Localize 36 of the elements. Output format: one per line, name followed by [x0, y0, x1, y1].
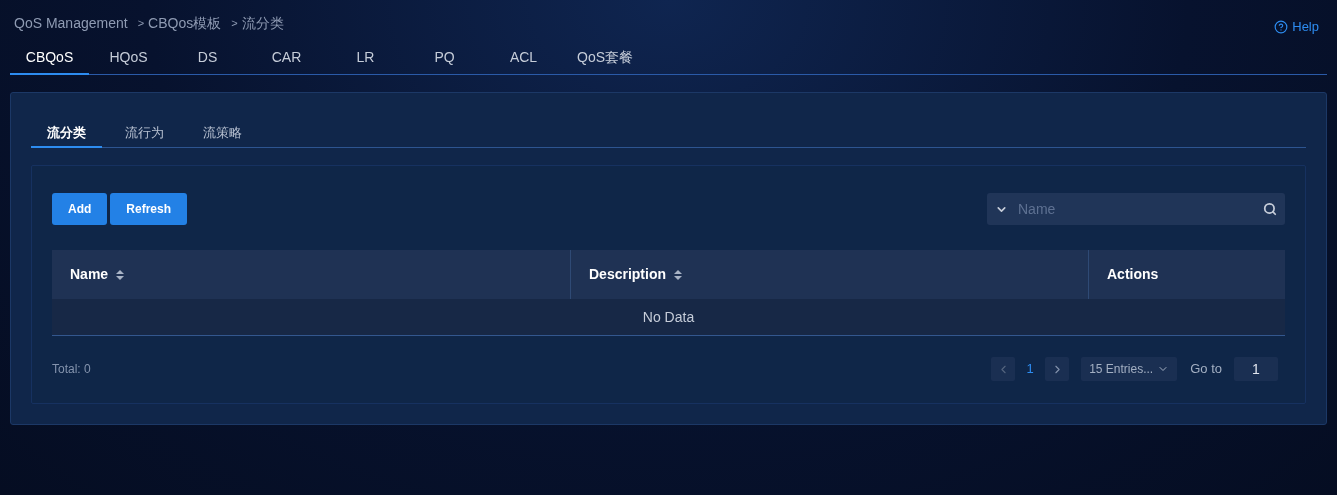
sort-icon[interactable]: [674, 269, 682, 280]
sub-tab[interactable]: 流行为: [109, 119, 180, 148]
column-title: Actions: [1107, 265, 1159, 284]
tab[interactable]: CBQoS: [10, 42, 89, 75]
tab[interactable]: PQ: [405, 42, 484, 75]
breadcrumb-item: 流分类: [241, 13, 284, 33]
help-icon: [1274, 20, 1289, 34]
next-page-button[interactable]: [1045, 357, 1070, 381]
tab[interactable]: LR: [326, 42, 405, 75]
empty-row: No Data: [52, 299, 1285, 336]
column-title: Name: [70, 265, 109, 284]
search-icon: [1263, 202, 1277, 216]
tab[interactable]: ACL: [484, 42, 563, 75]
tab[interactable]: QoS套餐: [563, 42, 647, 75]
breadcrumb-item[interactable]: QoS Management: [14, 12, 128, 34]
sub-tab[interactable]: 流分类: [31, 119, 102, 148]
page-size-select[interactable]: 15 Entries...: [1081, 357, 1178, 381]
breadcrumb-separator: >: [137, 15, 145, 31]
total-count: Total: 0: [52, 361, 91, 378]
page-number[interactable]: 1: [1015, 359, 1046, 379]
breadcrumb-separator: >: [231, 15, 238, 31]
sort-icon[interactable]: [116, 269, 125, 280]
sub-tab[interactable]: 流策略: [187, 119, 258, 148]
tab[interactable]: HQoS: [89, 42, 168, 75]
refresh-button[interactable]: Refresh: [110, 193, 187, 225]
goto-label: Go to: [1190, 360, 1222, 379]
breadcrumb-item[interactable]: CBQos模板: [148, 12, 222, 34]
goto-field[interactable]: 1: [1234, 357, 1278, 381]
add-button[interactable]: Add: [52, 193, 108, 225]
tab[interactable]: CAR: [247, 42, 326, 75]
tab[interactable]: DS: [168, 42, 247, 75]
column-title: Description: [589, 265, 666, 284]
search-input[interactable]: Name: [1018, 198, 1263, 220]
column-header[interactable]: Name: [52, 250, 570, 299]
help-link[interactable]: Help: [1274, 17, 1319, 37]
search-field[interactable]: Name: [987, 193, 1285, 225]
